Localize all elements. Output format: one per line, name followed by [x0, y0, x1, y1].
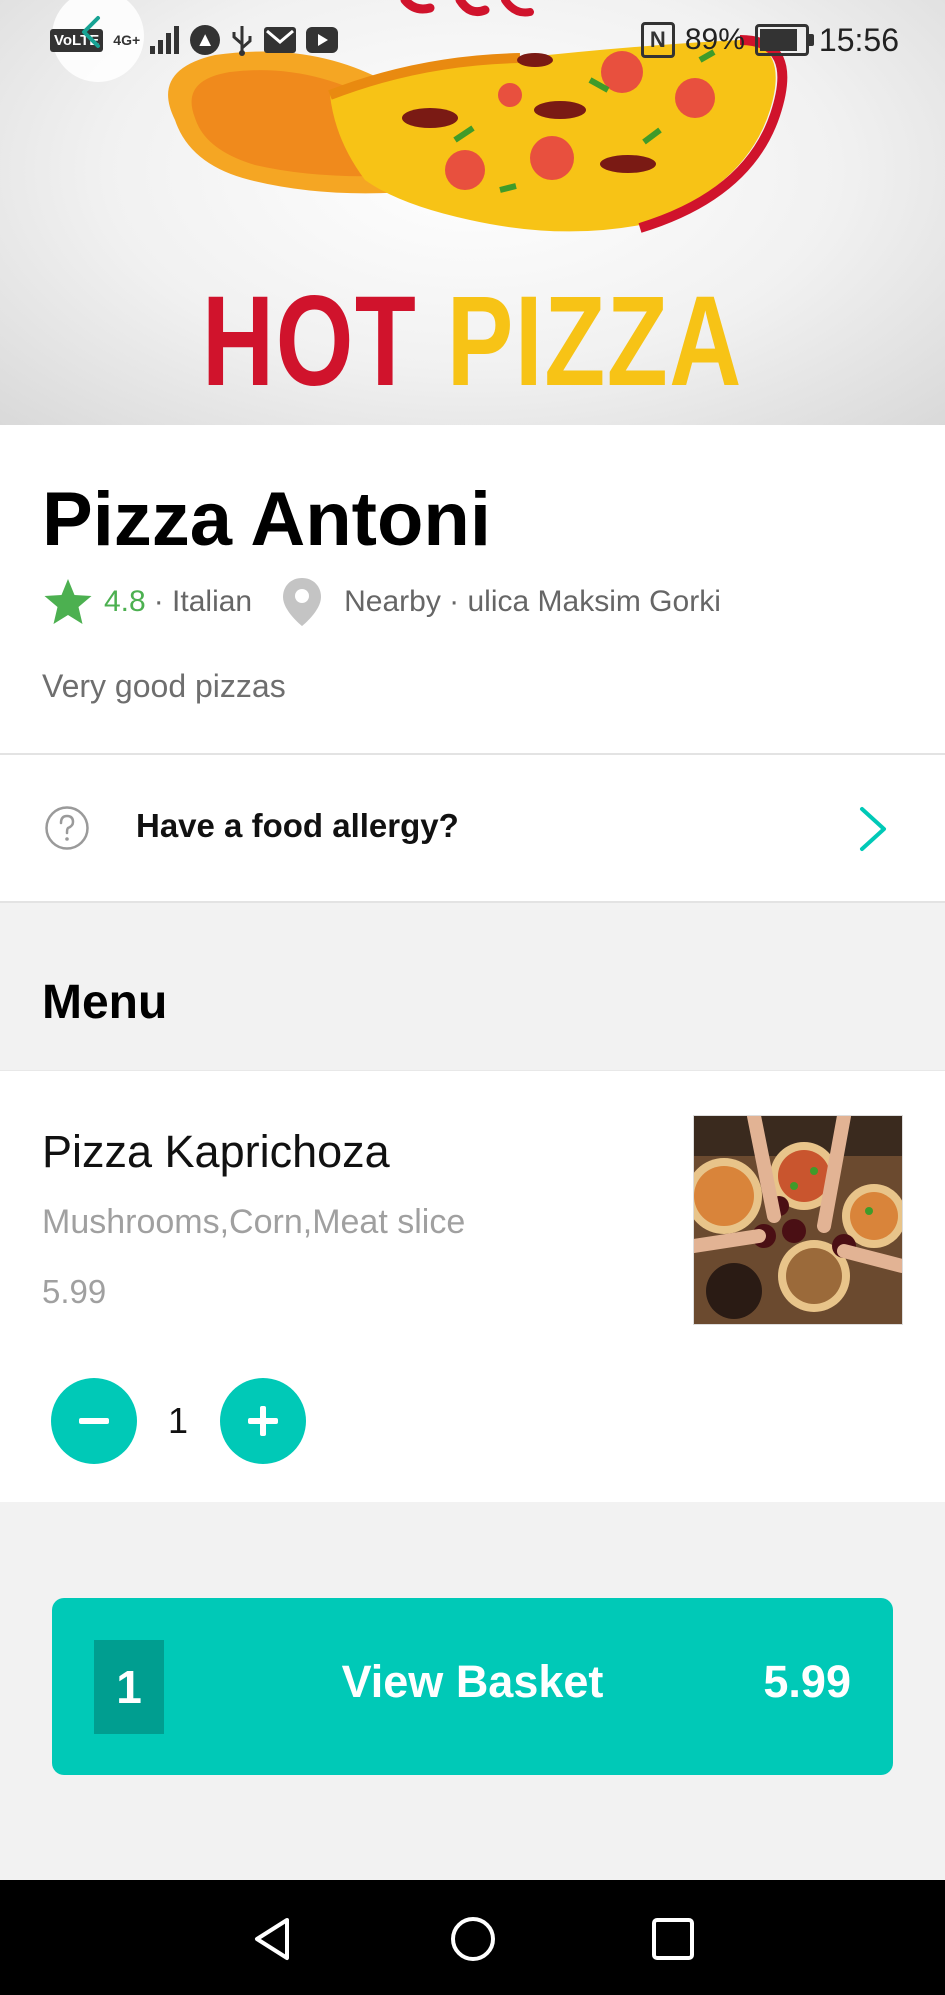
clock: 15:56: [818, 21, 899, 58]
plus-icon: [248, 1406, 278, 1436]
menu-item-description: Mushrooms,Corn,Meat slice: [42, 1203, 466, 1241]
restaurant-meta: 4.8 · Italian Nearby · ulica Maksim Gork…: [42, 575, 721, 629]
food-allergy-label: Have a food allergy?: [136, 807, 459, 844]
status-bar: VoLTE 4G+ ▲ N 89% 15:56: [0, 0, 945, 82]
menu-item-name: Pizza Kaprichoza: [42, 1126, 390, 1177]
network-type: 4G+: [113, 32, 141, 48]
nav-home-icon[interactable]: [448, 1914, 498, 1964]
hero-title: HOT PIZZA: [104, 272, 841, 412]
system-navigation-bar: [0, 1880, 945, 1995]
hero-title-word-2: PIZZA: [446, 270, 743, 413]
usb-icon: [232, 26, 252, 56]
location-text: Nearby · ulica Maksim Gorki: [344, 585, 721, 618]
question-circle-icon: [45, 806, 89, 850]
quantity-stepper: 1: [0, 1366, 945, 1502]
minus-icon: [79, 1418, 109, 1424]
menu-item-card[interactable]: Pizza Kaprichoza Mushrooms,Corn,Meat sli…: [0, 1070, 945, 1368]
nav-recents-icon[interactable]: [648, 1914, 698, 1964]
basket-total: 5.99: [763, 1656, 851, 1707]
restaurant-description: Very good pizzas: [42, 668, 286, 704]
view-basket-button[interactable]: 1 View Basket 5.99: [52, 1598, 893, 1775]
food-allergy-row[interactable]: Have a food allergy?: [0, 755, 945, 903]
star-icon: [44, 579, 92, 624]
menu-item-price: 5.99: [42, 1273, 107, 1310]
back-arrow-icon[interactable]: [72, 12, 112, 52]
cuisine-label: · Italian: [153, 585, 253, 618]
menu-item-photo: [693, 1115, 903, 1325]
restaurant-name: Pizza Antoni: [42, 477, 491, 562]
rating-value: 4.8: [104, 585, 146, 618]
youtube-icon: [306, 27, 339, 53]
mail-icon: [264, 27, 297, 53]
hero-title-word-1: HOT: [202, 270, 418, 413]
nfc-icon: N: [640, 22, 675, 58]
chevron-right-icon: [860, 807, 886, 851]
restaurant-info: Pizza Antoni 4.8 · Italian Nearby · ulic…: [0, 425, 945, 755]
quantity-value: 1: [168, 1400, 189, 1441]
increase-quantity-button[interactable]: [220, 1378, 306, 1464]
location-pin-icon: [283, 578, 322, 626]
menu-heading: Menu: [42, 976, 168, 1029]
status-bar-right: N 89% 15:56: [640, 20, 899, 60]
nav-back-icon[interactable]: [247, 1914, 297, 1964]
battery-icon: [754, 24, 814, 56]
decrease-quantity-button[interactable]: [51, 1378, 137, 1464]
drive-icon: ▲: [190, 25, 221, 55]
signal-icon: [150, 26, 180, 54]
battery-percent: 89%: [684, 23, 745, 56]
